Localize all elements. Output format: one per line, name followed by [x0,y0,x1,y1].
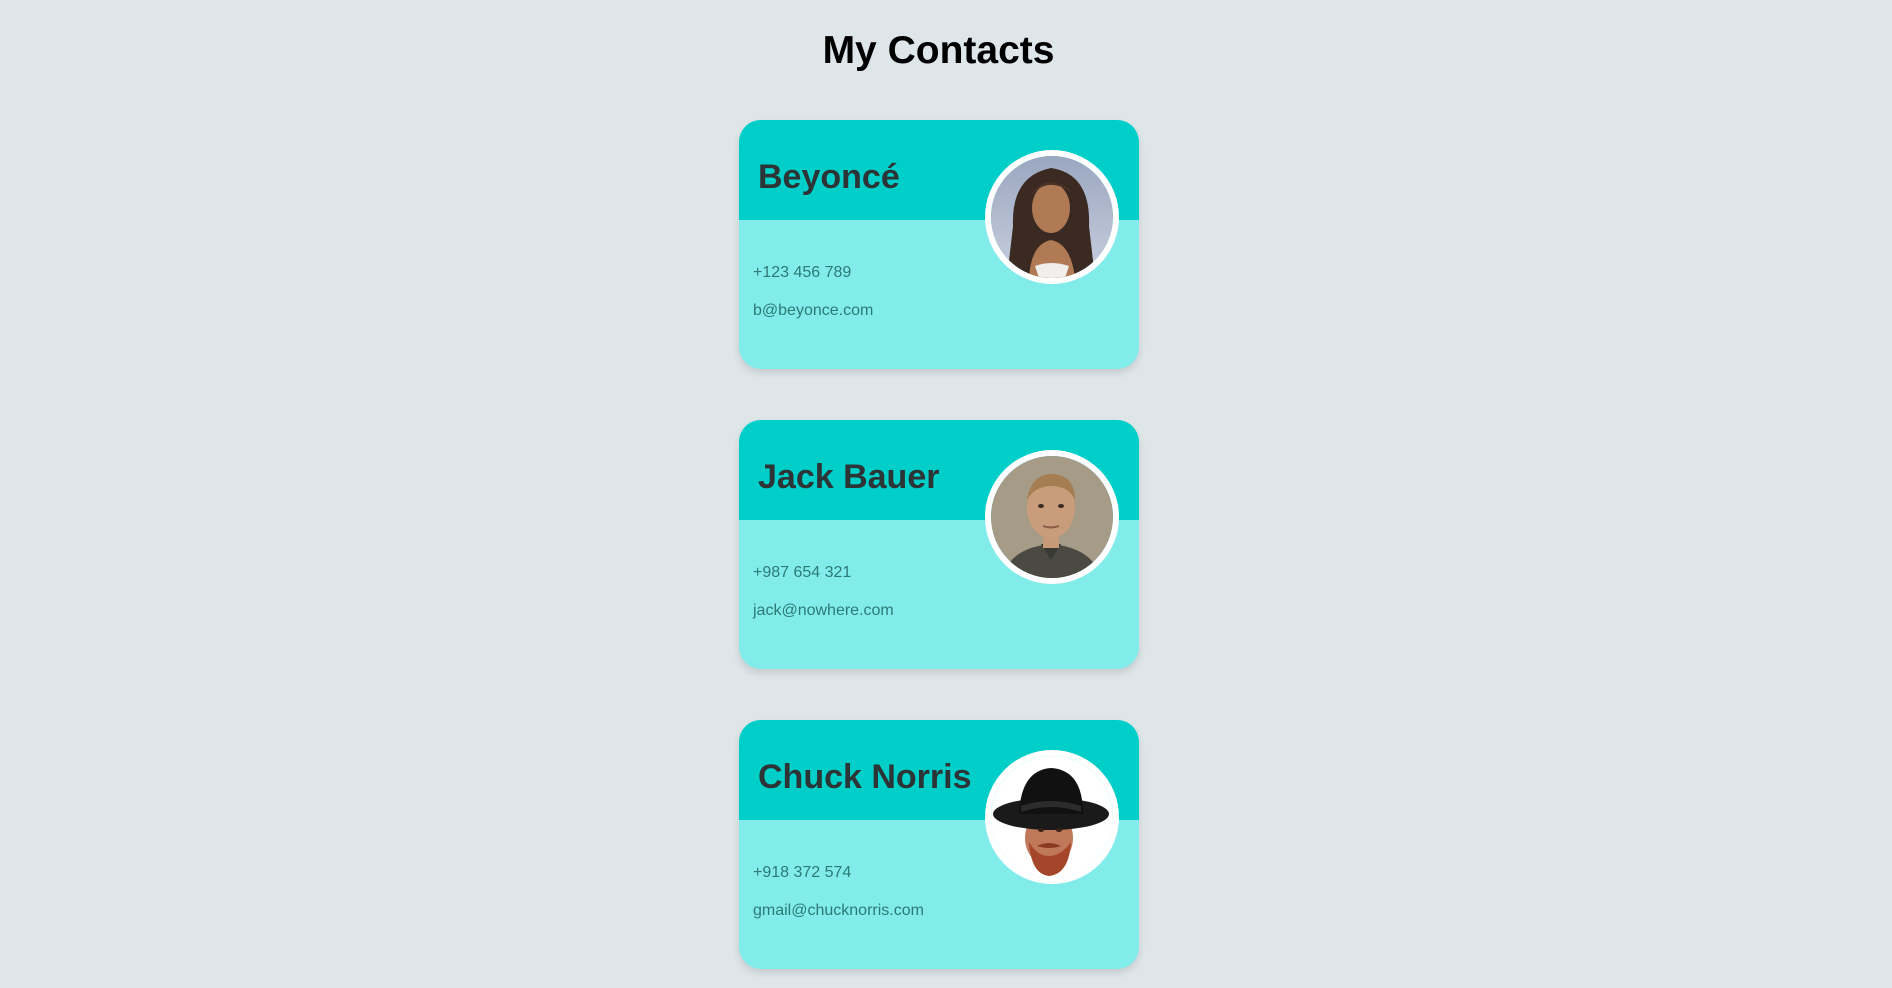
contact-email[interactable]: b@beyonce.com [753,301,873,321]
contact-name: Beyoncé [758,158,900,196]
contact-avatar [985,750,1119,884]
contact-email[interactable]: gmail@chucknorris.com [753,901,924,921]
contact-avatar [985,150,1119,284]
contact-name: Jack Bauer [758,458,940,496]
contact-card[interactable]: Jack Bauer +987 654 321 jack@nowhere.com [739,420,1139,669]
page-title: My Contacts [822,29,1055,72]
contact-phone: +918 372 574 [753,864,852,881]
contact-avatar [985,450,1119,584]
contact-phone: +123 456 789 [753,264,852,281]
contact-phone: +987 654 321 [753,564,852,581]
contact-email[interactable]: jack@nowhere.com [753,601,894,621]
contact-name: Chuck Norris [758,758,972,796]
contact-card[interactable]: Beyoncé +123 456 789 b@beyonce.com [739,120,1139,369]
contact-card[interactable]: Chuck Norris +918 372 574 gmail@chucknor… [739,720,1139,969]
